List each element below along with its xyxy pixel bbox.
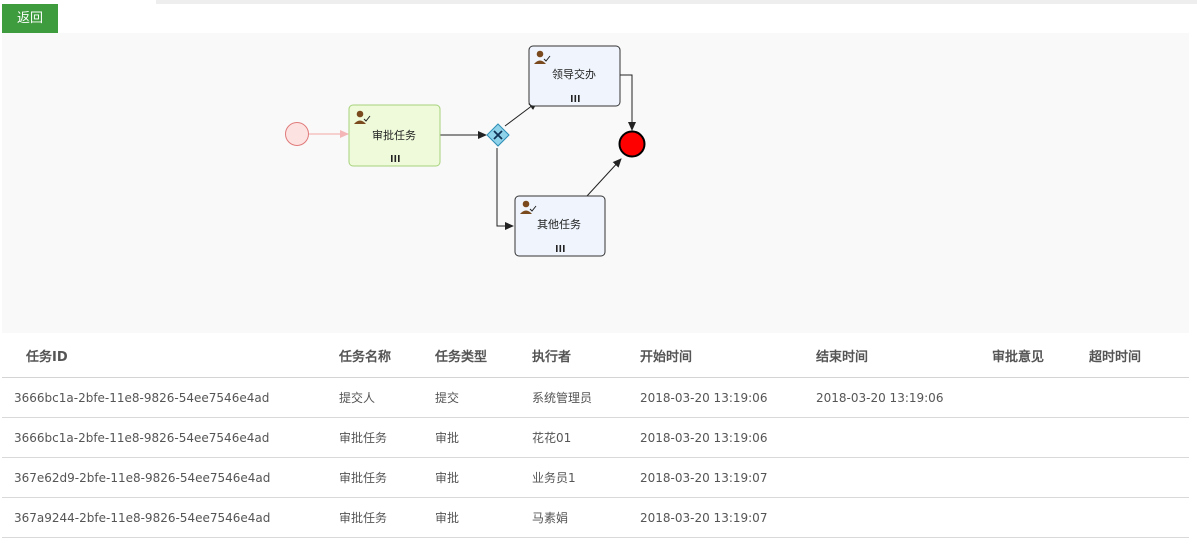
cell-timeout xyxy=(1089,377,1189,418)
back-button[interactable]: 返回 xyxy=(2,4,58,33)
col-header-executor: 执行者 xyxy=(532,333,640,378)
start-event[interactable] xyxy=(285,122,309,146)
multi-instance-icon xyxy=(556,245,565,252)
flow-other-to-end xyxy=(586,158,622,197)
cell-task-type: 审批 xyxy=(435,417,532,458)
task-other[interactable]: 其他任务 xyxy=(514,195,606,257)
cell-end-time xyxy=(816,457,992,498)
cell-end-time: 2018-03-20 13:19:06 xyxy=(816,377,992,418)
cell-approval-opinion xyxy=(992,497,1089,538)
task-approve-label: 审批任务 xyxy=(372,128,416,142)
cell-task-type: 审批 xyxy=(435,497,532,538)
cell-end-time xyxy=(816,417,992,458)
cell-approval-opinion xyxy=(992,377,1089,418)
table-row[interactable]: 367e62d9-2bfe-11e8-9826-54ee7546e4ad 审批任… xyxy=(2,457,1189,498)
table-row[interactable]: 3666bc1a-2bfe-11e8-9826-54ee7546e4ad 提交人… xyxy=(2,377,1189,418)
task-approve[interactable]: 审批任务 xyxy=(348,104,441,167)
flow-gateway-to-other xyxy=(496,148,514,230)
col-header-timeout: 超时时间 xyxy=(1089,333,1189,378)
task-leader-assign[interactable]: 领导交办 xyxy=(528,45,621,107)
cell-task-name: 审批任务 xyxy=(339,417,435,458)
cell-end-time xyxy=(816,497,992,538)
cell-approval-opinion xyxy=(992,417,1089,458)
cell-executor: 花花01 xyxy=(532,417,640,458)
col-header-task-type: 任务类型 xyxy=(435,333,532,378)
task-history-table-wrap: 任务ID 任务名称 任务类型 执行者 开始时间 结束时间 审批意见 超时时间 3… xyxy=(2,333,1189,538)
flow-leader-to-end xyxy=(620,74,636,131)
cell-task-name: 提交人 xyxy=(339,377,435,418)
cell-executor: 马素娟 xyxy=(532,497,640,538)
cell-task-type: 审批 xyxy=(435,457,532,498)
cell-timeout xyxy=(1089,457,1189,498)
cell-task-id: 3666bc1a-2bfe-11e8-9826-54ee7546e4ad xyxy=(2,377,339,418)
cell-timeout xyxy=(1089,417,1189,458)
col-header-approval-opinion: 审批意见 xyxy=(992,333,1089,378)
page-root: 返回 审批任务 领导交办 其他任务 任务ID 任务名称 任务类型 执行者 开始时… xyxy=(0,0,1197,545)
process-diagram: 审批任务 领导交办 其他任务 xyxy=(2,33,1189,333)
task-other-label: 其他任务 xyxy=(537,218,581,231)
exclusive-gateway[interactable] xyxy=(486,123,510,147)
table-row[interactable]: 3666bc1a-2bfe-11e8-9826-54ee7546e4ad 审批任… xyxy=(2,417,1189,458)
col-header-task-name: 任务名称 xyxy=(339,333,435,378)
cell-task-id: 367e62d9-2bfe-11e8-9826-54ee7546e4ad xyxy=(2,457,339,498)
top-divider xyxy=(156,0,1197,4)
cell-approval-opinion xyxy=(992,457,1089,498)
task-leader-assign-label: 领导交办 xyxy=(552,67,596,81)
process-diagram-svg: 审批任务 领导交办 其他任务 xyxy=(285,45,646,257)
cell-timeout xyxy=(1089,497,1189,538)
cell-executor: 业务员1 xyxy=(532,457,640,498)
cell-task-name: 审批任务 xyxy=(339,497,435,538)
task-history-table: 任务ID 任务名称 任务类型 执行者 开始时间 结束时间 审批意见 超时时间 3… xyxy=(2,333,1189,538)
col-header-task-id: 任务ID xyxy=(2,333,339,378)
cell-task-id: 3666bc1a-2bfe-11e8-9826-54ee7546e4ad xyxy=(2,417,339,458)
end-event[interactable] xyxy=(618,130,646,158)
col-header-start-time: 开始时间 xyxy=(640,333,816,378)
cell-start-time: 2018-03-20 13:19:07 xyxy=(640,497,816,538)
cell-executor: 系统管理员 xyxy=(532,377,640,418)
cell-start-time: 2018-03-20 13:19:06 xyxy=(640,417,816,458)
cell-task-id: 367a9244-2bfe-11e8-9826-54ee7546e4ad xyxy=(2,497,339,538)
multi-instance-icon xyxy=(571,95,580,102)
cell-start-time: 2018-03-20 13:19:06 xyxy=(640,377,816,418)
col-header-end-time: 结束时间 xyxy=(816,333,992,378)
table-header-row: 任务ID 任务名称 任务类型 执行者 开始时间 结束时间 审批意见 超时时间 xyxy=(2,333,1189,378)
table-row[interactable]: 367a9244-2bfe-11e8-9826-54ee7546e4ad 审批任… xyxy=(2,497,1189,538)
cell-start-time: 2018-03-20 13:19:07 xyxy=(640,457,816,498)
cell-task-name: 审批任务 xyxy=(339,457,435,498)
multi-instance-icon xyxy=(391,155,400,162)
cell-task-type: 提交 xyxy=(435,377,532,418)
